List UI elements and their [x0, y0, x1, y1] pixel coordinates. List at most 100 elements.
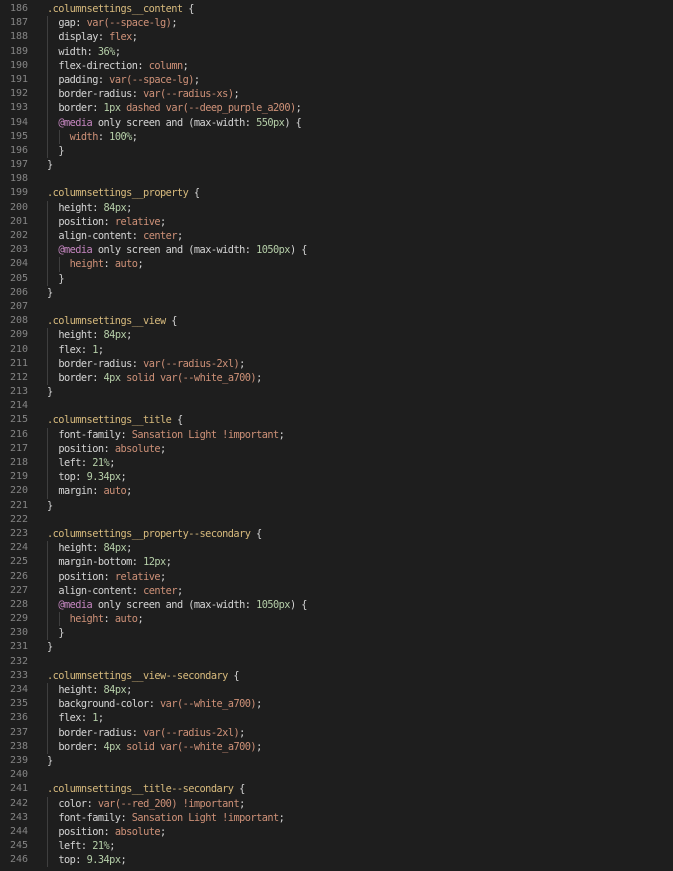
code-line[interactable]: 217 position: absolute; [0, 441, 673, 456]
code-line[interactable]: 244 position: absolute; [0, 824, 673, 840]
code-line[interactable]: 232 [0, 655, 673, 669]
code-line[interactable]: 186 .columnsettings__content { [0, 2, 673, 16]
code-token: margin [58, 485, 93, 498]
code-line[interactable]: 239} [0, 754, 673, 768]
code-token: ; [160, 570, 166, 583]
code-line[interactable]: 198 [0, 172, 673, 186]
code-token: .columnsettings__view--secondary [47, 669, 228, 682]
code-line[interactable]: 195 width: 100%; [0, 129, 673, 144]
code-line[interactable]: 218 left: 21%; [0, 456, 673, 471]
code-line[interactable]: 235 background-color: var(--white_a700); [0, 697, 673, 712]
code-line[interactable]: 202 align-content: center; [0, 229, 673, 244]
code-line[interactable]: 187 gap: var(--space-lg); [0, 16, 673, 31]
code-line[interactable]: 224 height: 84px; [0, 541, 673, 556]
line-number: 237 [9, 726, 28, 738]
code-token: ; [278, 428, 285, 441]
code-line[interactable]: 189 width: 36%; [0, 44, 673, 59]
code-editor[interactable]: 186 .columnsettings__content {187 gap: va… [0, 2, 673, 871]
code-token: ) { [289, 598, 308, 611]
line-number: 196 [9, 144, 28, 156]
code-line[interactable]: 208 .columnsettings__view { [0, 314, 673, 328]
code-line[interactable]: 204 height: auto; [0, 257, 673, 272]
code-line[interactable]: 191 padding: var(--space-lg); [0, 72, 673, 88]
line-number: 201 [9, 215, 28, 227]
code-line[interactable]: 211 border-radius: var(--radius-2xl); [0, 356, 673, 371]
code-token: ; [239, 797, 245, 810]
code-text: } [47, 286, 53, 300]
code-line[interactable]: 201 position: relative; [0, 214, 673, 229]
code-line[interactable]: 193 border: 1px dashed var(--deep_purple… [0, 101, 673, 116]
code-line[interactable]: 241 .columnsettings__title--secondary { [0, 782, 673, 796]
code-line[interactable]: 240 [0, 768, 673, 782]
code-line[interactable]: 238 border: 4px solid var(--white_a700); [0, 739, 673, 754]
code-line[interactable]: 245 left: 21%; [0, 839, 673, 854]
code-token: : [103, 215, 115, 228]
code-line[interactable]: 214 [0, 399, 673, 413]
code-line[interactable]: 205 } [0, 271, 673, 286]
line-number: 229 [9, 613, 28, 625]
code-text: .columnsettings__title { [47, 413, 183, 427]
line-number: 216 [9, 428, 28, 440]
code-line[interactable]: 243 font-family: Sansation Light !import… [0, 810, 673, 825]
code-token: flex-direction [58, 59, 138, 72]
code-line[interactable]: 190 flex-direction: column; [0, 58, 673, 73]
code-line[interactable]: 209 height: 84px; [0, 328, 673, 343]
code-line[interactable]: 227 align-content: center; [0, 583, 673, 598]
code-line[interactable]: 237 border-radius: var(--radius-2xl); [0, 725, 673, 740]
code-line[interactable]: 231} [0, 640, 673, 654]
code-text: color: var(--red_200) !important; [47, 797, 245, 811]
code-line[interactable]: 207 [0, 300, 673, 314]
code-line[interactable]: 225 margin-bottom: 12px; [0, 555, 673, 570]
code-line[interactable]: 215 .columnsettings__title { [0, 413, 673, 427]
code-line[interactable]: 246 top: 9.34px; [0, 853, 673, 868]
code-token: height [58, 201, 93, 214]
code-token: ; [97, 343, 104, 356]
code-token: border [58, 102, 93, 115]
code-line[interactable]: 219 top: 9.34px; [0, 470, 673, 485]
code-text: } [47, 499, 53, 513]
code-line[interactable]: 192 border-radius: var(--radius-xs); [0, 87, 673, 102]
code-line[interactable]: 200 height: 84px; [0, 200, 673, 215]
code-line[interactable]: 210 flex: 1; [0, 342, 673, 357]
code-line[interactable]: 236 flex: 1; [0, 711, 673, 726]
code-line[interactable]: 233 .columnsettings__view--secondary { [0, 669, 673, 683]
line-number: 186 [9, 3, 28, 14]
code-line[interactable]: 242 color: var(--red_200) !important; [0, 796, 673, 811]
code-token: { [250, 527, 262, 540]
code-text: } [47, 754, 53, 768]
code-line[interactable]: 213} [0, 385, 673, 399]
code-token: max-width [193, 598, 245, 611]
code-line[interactable]: 221} [0, 499, 673, 513]
code-token: : [103, 258, 115, 271]
code-line[interactable]: 196 } [0, 143, 673, 159]
code-line[interactable]: 203 @media only screen and (max-width: 1… [0, 243, 673, 258]
code-token: color [58, 797, 87, 810]
code-token: ; [131, 31, 138, 44]
code-token: solid var(--white_a700) [120, 740, 257, 753]
code-line[interactable]: 216 font-family: Sansation Light !import… [0, 427, 673, 442]
code-line[interactable]: 194 @media only screen and (max-width: 5… [0, 115, 673, 130]
code-line[interactable]: 212 border: 4px solid var(--white_a700); [0, 370, 673, 386]
code-line[interactable]: 206} [0, 286, 673, 300]
code-token: 84px [103, 329, 127, 342]
code-token: ; [137, 258, 144, 271]
code-line[interactable]: 199 .columnsettings__property { [0, 186, 673, 200]
code-line[interactable]: 220 margin: auto; [0, 484, 673, 499]
code-line[interactable]: 228 @media only screen and (max-width: 1… [0, 597, 673, 613]
code-line[interactable]: 222 [0, 513, 673, 527]
code-text: align-content: center; [47, 584, 183, 598]
code-line[interactable]: 188 display: flex; [0, 30, 673, 45]
code-line[interactable]: 229 height: auto; [0, 612, 673, 627]
code-token: margin-bottom [58, 556, 132, 569]
code-token: ; [160, 215, 166, 228]
code-line[interactable]: 197} [0, 158, 673, 172]
line-number: 245 [9, 840, 28, 852]
code-line[interactable]: 234 height: 84px; [0, 683, 673, 698]
code-line[interactable]: 226 position: relative; [0, 569, 673, 584]
code-line[interactable]: 223 .columnsettings__property--secondary … [0, 527, 673, 541]
code-token: ; [137, 613, 144, 626]
code-token: { [171, 414, 183, 427]
code-token: } [47, 641, 53, 654]
code-line[interactable]: 230 } [0, 626, 673, 641]
code-token: top [58, 854, 76, 867]
